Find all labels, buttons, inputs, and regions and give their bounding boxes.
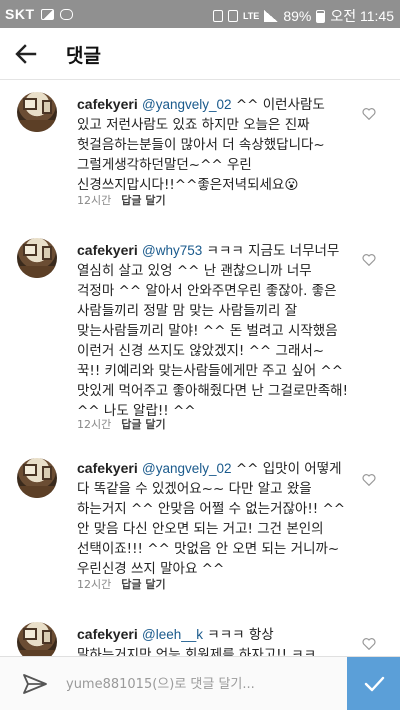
carrier-label: SKT — [5, 6, 35, 22]
avatar[interactable] — [17, 622, 57, 656]
comment-item: cafekyeri @why753 ㅋㅋㅋ 지금도 너무너무 열심히 살고 있엉… — [0, 232, 400, 442]
comment-time: 12시간 — [77, 578, 112, 591]
comment-body: ㅋㅋㅋ 지금도 너무너무 열심히 살고 있엉 ^^ 난 괜찮으니까 너무 걱정마… — [77, 243, 348, 419]
signal-icon — [264, 10, 279, 22]
arrow-left-icon — [15, 44, 37, 64]
page-title: 댓글 — [66, 45, 101, 67]
vibrate-icon — [227, 10, 238, 22]
comment-mention[interactable]: @why753 — [142, 243, 202, 258]
network-type-label: LTE — [242, 10, 260, 21]
battery-percent: 89% — [283, 8, 312, 24]
heart-outline-icon[interactable] — [361, 472, 377, 488]
comment-mention[interactable]: @yangvely_02 — [142, 461, 232, 476]
comment-meta: 12시간 답글 달기 — [77, 192, 166, 208]
comment-username[interactable]: cafekyeri — [77, 626, 138, 642]
comment-meta: 12시간 답글 달기 — [77, 576, 166, 592]
heart-outline-icon[interactable] — [361, 636, 377, 652]
message-icon — [59, 8, 73, 20]
comment-text: cafekyeri @leeh__k ㅋㅋㅋ 항상 말하는거지만 언능 회원제를… — [77, 624, 349, 656]
reply-button[interactable]: 답글 달기 — [121, 192, 165, 208]
comment-time: 12시간 — [77, 418, 112, 431]
heart-outline-icon[interactable] — [361, 252, 377, 268]
status-bar: SKT LTE 89% 오전 11:45 — [0, 0, 400, 28]
avatar[interactable] — [17, 238, 57, 278]
comment-body: ^^ 입맛이 어떻게 다 똑같을 수 있겠어요~~ 다만 알고 왔을 하는거지 … — [77, 461, 346, 577]
comment-text: cafekyeri @yangvely_02 ^^ 입맛이 어떻게 다 똑같을 … — [77, 458, 349, 579]
battery-icon — [316, 9, 326, 23]
comment-text: cafekyeri @why753 ㅋㅋㅋ 지금도 너무너무 열심히 살고 있엉… — [77, 240, 349, 421]
gallery-icon — [40, 8, 54, 20]
comment-item: cafekyeri @yangvely_02 ^^ 입맛이 어떻게 다 똑같을 … — [0, 452, 400, 602]
sim-icon — [212, 10, 223, 22]
reply-button[interactable]: 답글 달기 — [121, 416, 165, 432]
comment-item: cafekyeri @leeh__k ㅋㅋㅋ 항상 말하는거지만 언능 회원제를… — [0, 616, 400, 656]
avatar[interactable] — [17, 458, 57, 498]
reply-button[interactable]: 답글 달기 — [121, 576, 165, 592]
comment-username[interactable]: cafekyeri — [77, 242, 138, 258]
comment-composer — [0, 656, 400, 710]
comment-meta: 12시간 답글 달기 — [77, 416, 166, 432]
comment-username[interactable]: cafekyeri — [77, 96, 138, 112]
comment-mention[interactable]: @leeh__k — [142, 627, 203, 642]
comment-input[interactable] — [66, 665, 336, 703]
paper-plane-icon[interactable] — [22, 672, 48, 696]
app-bar: 댓글 — [0, 28, 400, 80]
clock: 오전 11:45 — [330, 8, 394, 24]
send-button[interactable] — [347, 657, 400, 710]
checkmark-icon — [364, 676, 384, 692]
comment-text: cafekyeri @yangvely_02 ^^ 이런사람도 있고 저런사람도… — [77, 94, 349, 195]
comment-username[interactable]: cafekyeri — [77, 460, 138, 476]
heart-outline-icon[interactable] — [361, 106, 377, 122]
avatar[interactable] — [17, 92, 57, 132]
comment-time: 12시간 — [77, 194, 112, 207]
back-button[interactable] — [10, 38, 42, 70]
comment-item: cafekyeri @yangvely_02 ^^ 이런사람도 있고 저런사람도… — [0, 86, 400, 216]
comment-mention[interactable]: @yangvely_02 — [142, 97, 232, 112]
